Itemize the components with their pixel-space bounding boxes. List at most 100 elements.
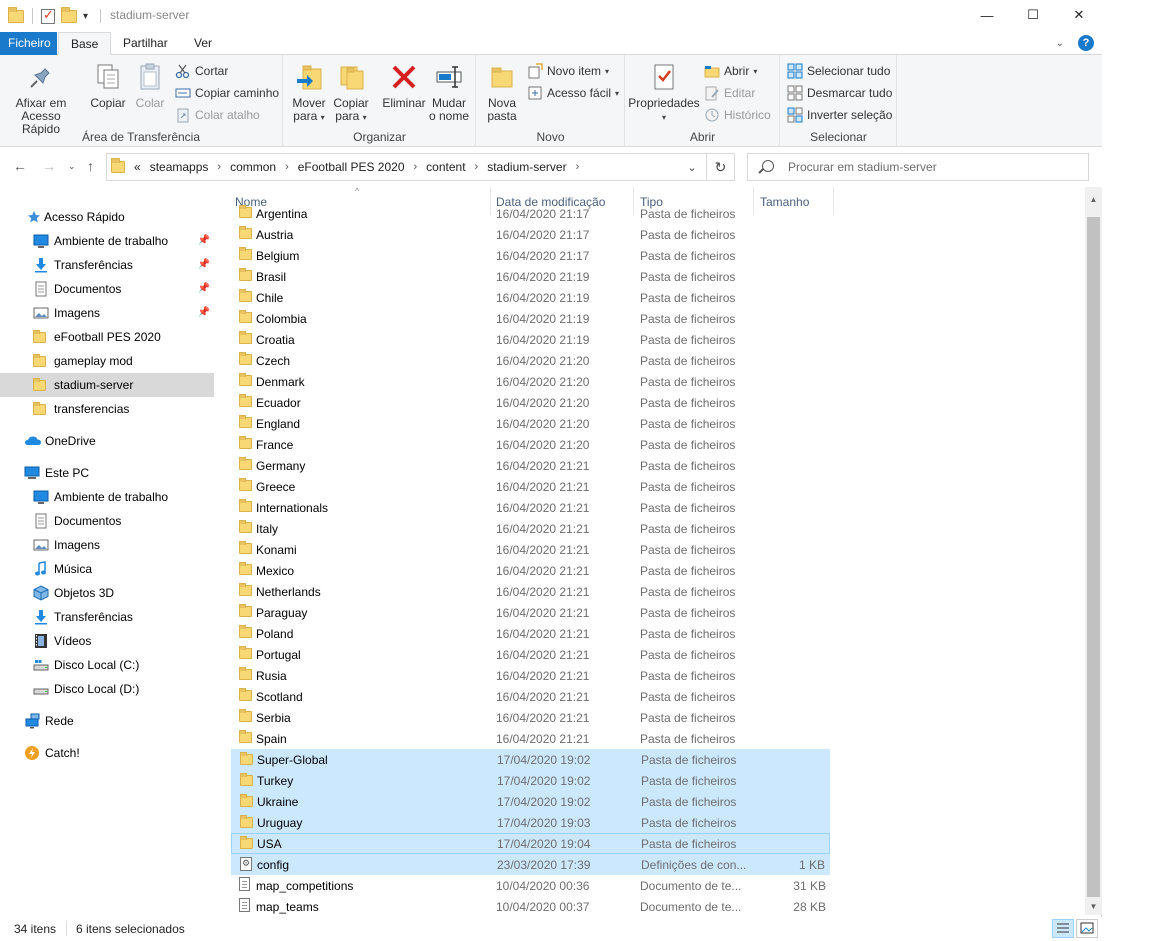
tab-share[interactable]: Partilhar (111, 32, 180, 55)
nav-item-stadium-server[interactable]: stadium-server (0, 373, 214, 397)
column-divider[interactable] (833, 187, 834, 215)
move-to-button[interactable]: Mover para ▾ (290, 61, 328, 124)
search-box[interactable] (747, 153, 1089, 181)
cut-button[interactable]: Cortar (175, 62, 228, 80)
maximize-button[interactable]: ☐ (1010, 0, 1056, 30)
file-row[interactable]: Rusia 16/04/2020 21:21 Pasta de ficheiros (231, 665, 830, 686)
file-row[interactable]: England 16/04/2020 21:20 Pasta de ficheiro… (231, 413, 830, 434)
breadcrumb-chevron-icon[interactable]: › (217, 161, 221, 173)
nav-item-pc-videos[interactable]: Vídeos (0, 629, 214, 653)
file-row[interactable]: map_competitions 10/04/2020 00:36 Document… (231, 875, 830, 896)
nav-onedrive[interactable]: OneDrive (0, 429, 214, 453)
pin-icon[interactable]: 📌 (198, 283, 210, 294)
invert-selection-button[interactable]: Inverter seleção (787, 106, 892, 124)
nav-item-desktop[interactable]: Ambiente de trabalho 📌 (0, 229, 214, 253)
file-row[interactable]: map_teams 10/04/2020 00:37 Documento de te… (231, 896, 830, 915)
file-row[interactable]: Austria 16/04/2020 21:17 Pasta de ficheiro… (231, 224, 830, 245)
tab-view[interactable]: Ver (182, 32, 224, 55)
nav-item-pc-downloads[interactable]: Transferências (0, 605, 214, 629)
up-arrow-icon[interactable]: ↑ (87, 158, 94, 174)
file-row[interactable]: Paraguay 16/04/2020 21:21 Pasta de ficheir… (231, 602, 830, 623)
breadcrumb-common[interactable]: common (230, 160, 276, 174)
minimize-button[interactable]: — (964, 0, 1010, 30)
file-row[interactable]: Czech 16/04/2020 21:20 Pasta de ficheiros (231, 350, 830, 371)
nav-item-gameplay-mod[interactable]: gameplay mod (0, 349, 214, 373)
large-icons-view-button[interactable] (1076, 919, 1098, 938)
nav-catch[interactable]: Catch! (0, 741, 214, 765)
breadcrumb-chevron-icon[interactable]: › (285, 161, 289, 173)
file-row[interactable]: Ukraine 17/04/2020 19:02 Pasta de ficheiro… (231, 791, 830, 812)
copy-to-button[interactable]: Copiar para ▾ (331, 61, 371, 124)
nav-item-efootball[interactable]: eFootball PES 2020 (0, 325, 214, 349)
file-row[interactable]: config 23/03/2020 17:39 Definições de con.… (231, 854, 830, 875)
forward-arrow-icon[interactable]: → (42, 158, 56, 174)
file-row[interactable]: Spain 16/04/2020 21:21 Pasta de ficheiros (231, 728, 830, 749)
nav-item-pc-desktop[interactable]: Ambiente de trabalho (0, 485, 214, 509)
recent-locations-chevron-icon[interactable]: ⌄ (68, 161, 76, 172)
address-bar[interactable]: « steamapps › common › eFootball PES 202… (106, 153, 735, 181)
pin-icon[interactable]: 📌 (198, 307, 210, 318)
delete-button[interactable]: Eliminar (380, 61, 428, 110)
copy-button[interactable]: Copiar (86, 61, 130, 110)
file-row[interactable]: Serbia 16/04/2020 21:21 Pasta de ficheiros (231, 707, 830, 728)
pin-icon[interactable]: 📌 (198, 259, 210, 270)
file-row[interactable]: Croatia 16/04/2020 21:19 Pasta de ficheiro… (231, 329, 830, 350)
new-folder-button[interactable]: Nova pasta (483, 61, 521, 123)
pin-quick-access-button[interactable]: Afixar em Acesso Rápido (6, 61, 76, 136)
nav-quick-access[interactable]: Acesso Rápido (0, 205, 214, 229)
nav-item-transferencias[interactable]: transferencias (0, 397, 214, 421)
details-view-button[interactable] (1052, 919, 1074, 938)
address-history-dropdown-icon[interactable]: ⌄ (678, 161, 706, 174)
file-row[interactable]: Colombia 16/04/2020 21:19 Pasta de ficheir… (231, 308, 830, 329)
back-arrow-icon[interactable]: ← (13, 158, 27, 174)
scroll-up-arrow-icon[interactable]: ▲ (1085, 191, 1102, 208)
file-row[interactable]: Poland 16/04/2020 21:21 Pasta de ficheiros (231, 623, 830, 644)
file-row[interactable]: Super-Global 17/04/2020 19:02 Pasta de fic… (231, 749, 830, 770)
new-item-button[interactable]: Novo item ▾ (527, 62, 609, 80)
new-folder-icon[interactable] (61, 6, 77, 23)
search-input[interactable] (788, 154, 1078, 180)
nav-item-documents[interactable]: Documentos 📌 (0, 277, 214, 301)
properties-button[interactable]: Propriedades ▾ (628, 61, 700, 124)
file-row[interactable]: Brasil 16/04/2020 21:19 Pasta de ficheiros (231, 266, 830, 287)
file-row[interactable]: Belgium 16/04/2020 21:17 Pasta de ficheiro… (231, 245, 830, 266)
history-button[interactable]: Histórico (704, 106, 771, 124)
copy-path-button[interactable]: Copiar caminho (175, 84, 279, 102)
refresh-icon[interactable]: ↻ (706, 154, 734, 180)
nav-item-pc-3d-objects[interactable]: Objetos 3D (0, 581, 214, 605)
file-row[interactable]: Italy 16/04/2020 21:21 Pasta de ficheiros (231, 518, 830, 539)
expand-ribbon-icon[interactable]: ⌄ (1056, 38, 1064, 49)
file-row[interactable]: Chile 16/04/2020 21:19 Pasta de ficheiros (231, 287, 830, 308)
easy-access-button[interactable]: Acesso fácil ▾ (527, 84, 619, 102)
breadcrumb-chevron-icon[interactable]: › (414, 161, 418, 173)
file-row[interactable]: France 16/04/2020 21:20 Pasta de ficheiros (231, 434, 830, 455)
tab-file[interactable]: Ficheiro (0, 32, 57, 55)
properties-icon[interactable] (41, 7, 55, 24)
nav-item-pc-drive-c[interactable]: Disco Local (C:) (0, 653, 214, 677)
file-row[interactable]: Mexico 16/04/2020 21:21 Pasta de ficheiros (231, 560, 830, 581)
file-row[interactable]: Scotland 16/04/2020 21:21 Pasta de ficheir… (231, 686, 830, 707)
file-row[interactable]: Konami 16/04/2020 21:21 Pasta de ficheiros (231, 539, 830, 560)
nav-item-pc-documents[interactable]: Documentos (0, 509, 214, 533)
breadcrumb-efootball[interactable]: eFootball PES 2020 (298, 160, 405, 174)
select-none-button[interactable]: Desmarcar tudo (787, 84, 892, 102)
file-row[interactable]: Germany 16/04/2020 21:21 Pasta de ficheiro… (231, 455, 830, 476)
nav-item-pictures[interactable]: Imagens 📌 (0, 301, 214, 325)
file-row[interactable]: Portugal 16/04/2020 21:21 Pasta de ficheir… (231, 644, 830, 665)
pin-icon[interactable]: 📌 (198, 235, 210, 246)
nav-item-downloads[interactable]: Transferências 📌 (0, 253, 214, 277)
nav-item-pc-pictures[interactable]: Imagens (0, 533, 214, 557)
file-row[interactable]: Netherlands 16/04/2020 21:21 Pasta de fich… (231, 581, 830, 602)
breadcrumb-steamapps[interactable]: steamapps (150, 160, 209, 174)
file-row[interactable]: Greece 16/04/2020 21:21 Pasta de ficheiros (231, 476, 830, 497)
breadcrumb-content[interactable]: content (426, 160, 465, 174)
tab-home[interactable]: Base (58, 32, 112, 56)
file-row[interactable]: Ecuador 16/04/2020 21:20 Pasta de ficheiro… (231, 392, 830, 413)
file-row[interactable]: Argentina 16/04/2020 21:17 Pasta de fichei… (231, 203, 830, 224)
breadcrumb-stadium-server[interactable]: stadium-server (487, 160, 566, 174)
nav-item-pc-drive-d[interactable]: Disco Local (D:) (0, 677, 214, 701)
file-row[interactable]: Internationals 16/04/2020 21:21 Pasta de f… (231, 497, 830, 518)
edit-button[interactable]: Editar (704, 84, 755, 102)
help-icon[interactable]: ? (1078, 35, 1094, 51)
paste-button[interactable]: Colar (131, 61, 169, 110)
